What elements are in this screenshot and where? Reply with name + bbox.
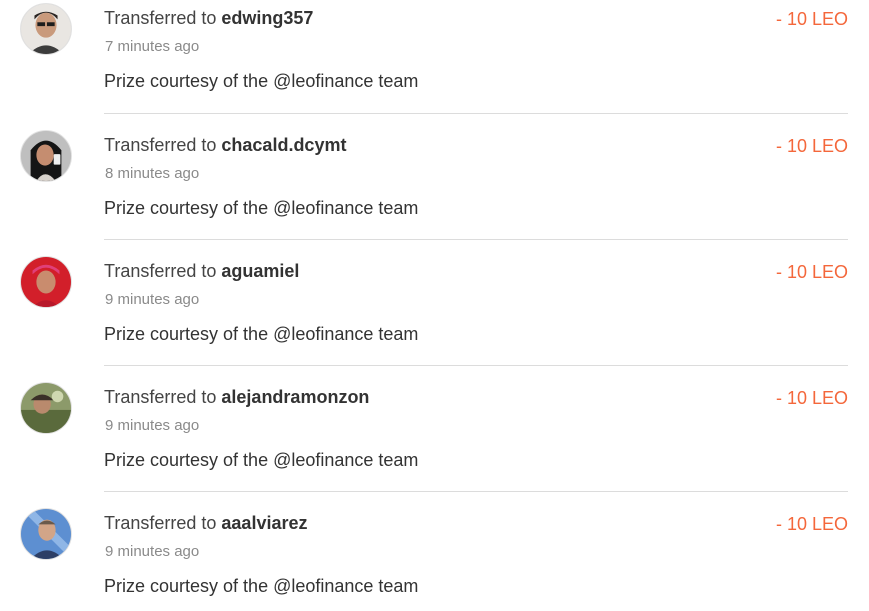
recipient-username-link[interactable]: chacald.dcymt xyxy=(221,135,346,155)
user-avatar-icon[interactable] xyxy=(20,382,72,434)
transfer-prefix: Transferred to xyxy=(104,513,217,533)
transfer-row: Transferred to chacald.dcymt 8 minutes a… xyxy=(0,127,869,253)
transfer-row: Transferred to aaalviarez 9 minutes ago … xyxy=(0,505,869,611)
transfer-amount: - 10 LEO xyxy=(775,514,848,534)
row-divider xyxy=(104,113,848,114)
transfer-memo: Prize courtesy of the @leofinance team xyxy=(104,198,419,218)
recipient-username-link[interactable]: edwing357 xyxy=(221,8,313,28)
transfer-timestamp: 8 minutes ago xyxy=(105,165,200,182)
transfer-timestamp: 9 minutes ago xyxy=(105,417,200,434)
recipient-username-link[interactable]: aaalviarez xyxy=(221,513,307,533)
user-avatar-icon[interactable] xyxy=(20,508,72,560)
transfer-prefix: Transferred to xyxy=(104,8,217,28)
transfer-memo: Prize courtesy of the @leofinance team xyxy=(104,324,419,344)
transfer-amount: - 10 LEO xyxy=(775,262,848,282)
transfer-title: Transferred to aaalviarez xyxy=(104,512,307,534)
transfer-timestamp: 9 minutes ago xyxy=(105,543,200,560)
transfer-amount: - 10 LEO xyxy=(775,136,848,156)
user-avatar-icon[interactable] xyxy=(20,130,72,182)
transfer-prefix: Transferred to xyxy=(104,261,217,281)
transfer-amount: - 10 LEO xyxy=(775,9,848,29)
row-divider xyxy=(104,239,848,240)
row-divider xyxy=(104,491,848,492)
transfer-title: Transferred to alejandramonzon xyxy=(104,386,369,408)
transfer-memo: Prize courtesy of the @leofinance team xyxy=(104,576,419,596)
transfer-row: Transferred to aguamiel 9 minutes ago Pr… xyxy=(0,253,869,379)
transfer-title: Transferred to aguamiel xyxy=(104,260,299,282)
transfer-row: Transferred to edwing357 7 minutes ago P… xyxy=(0,0,869,126)
recipient-username-link[interactable]: aguamiel xyxy=(221,261,299,281)
transfer-history-list: Transferred to edwing357 7 minutes ago P… xyxy=(0,0,869,611)
recipient-username-link[interactable]: alejandramonzon xyxy=(221,387,369,407)
transfer-title: Transferred to chacald.dcymt xyxy=(104,134,346,156)
transfer-prefix: Transferred to xyxy=(104,387,217,407)
transfer-memo: Prize courtesy of the @leofinance team xyxy=(104,450,419,470)
transfer-title: Transferred to edwing357 xyxy=(104,7,313,29)
user-avatar-icon[interactable] xyxy=(20,256,72,308)
transfer-timestamp: 9 minutes ago xyxy=(105,291,200,308)
user-avatar-icon[interactable] xyxy=(20,3,72,55)
transfer-prefix: Transferred to xyxy=(104,135,217,155)
transfer-amount: - 10 LEO xyxy=(775,388,848,408)
transfer-memo: Prize courtesy of the @leofinance team xyxy=(104,71,419,91)
transfer-row: Transferred to alejandramonzon 9 minutes… xyxy=(0,379,869,505)
row-divider xyxy=(104,365,848,366)
transfer-timestamp: 7 minutes ago xyxy=(105,38,200,55)
